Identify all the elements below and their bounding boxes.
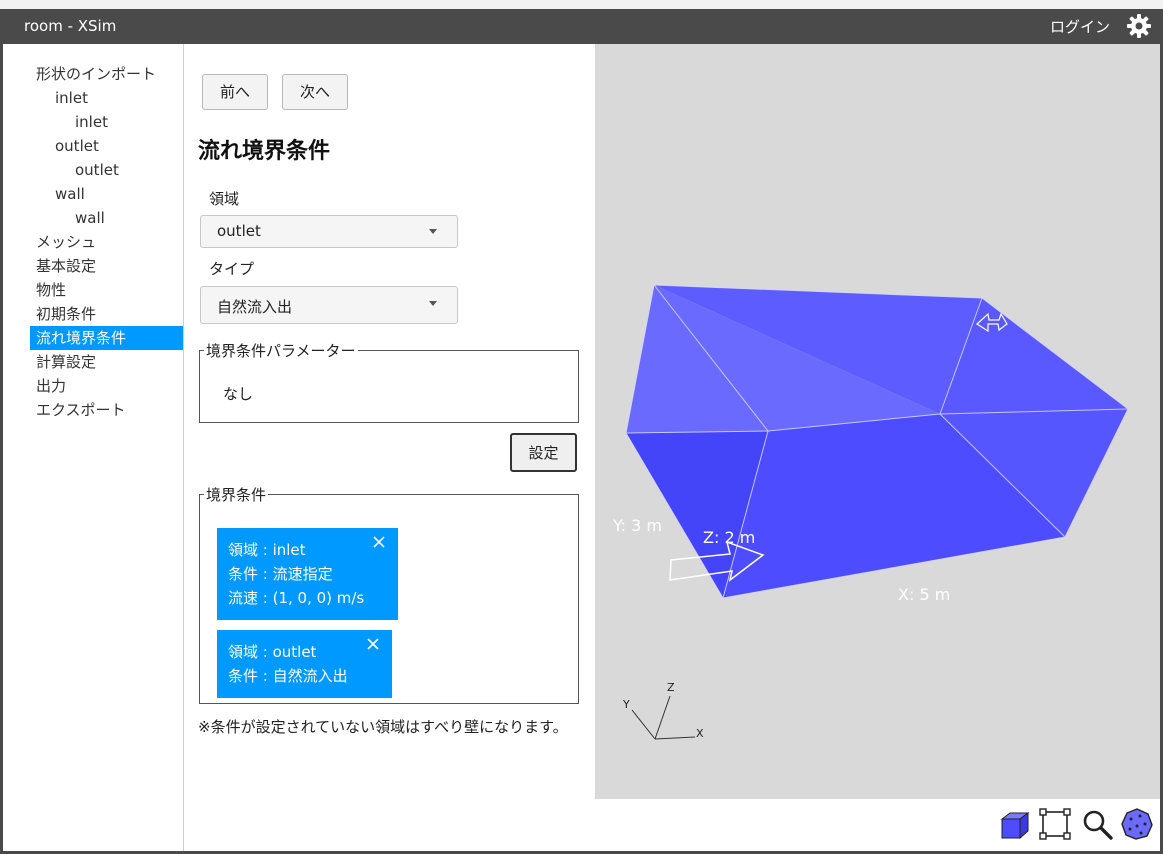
condition-region: 領域 : inlet: [228, 541, 306, 559]
region-label: 領域: [209, 190, 240, 208]
set-button[interactable]: 設定: [510, 433, 577, 472]
params-fieldset: 境界条件パラメーター なし: [199, 340, 579, 423]
sidebar-item-mesh[interactable]: メッシュ: [30, 230, 183, 254]
dimension-z-label: Z: 2 m: [703, 528, 756, 547]
condition-card-outlet: 領域 : outlet 条件 : 自然流入出: [217, 630, 392, 698]
note-text: ※条件が設定されていない領域はすべり壁になります。: [198, 718, 568, 736]
fit-view-icon[interactable]: [1038, 807, 1072, 841]
login-link[interactable]: ログイン: [1050, 16, 1110, 37]
condition-velocity: 流速 : (1, 0, 0) m/s: [228, 589, 365, 607]
gear-icon[interactable]: [1126, 13, 1152, 39]
sidebar-item-shape-import[interactable]: 形状のインポート: [30, 62, 183, 86]
condition-card-inlet: 領域 : inlet 条件 : 流速指定 流速 : (1, 0, 0) m/s: [217, 528, 398, 620]
sidebar-item-calculation-settings[interactable]: 計算設定: [30, 350, 183, 374]
cube-view-icon[interactable]: [998, 807, 1032, 841]
next-button[interactable]: 次へ: [282, 74, 348, 110]
app-header: room - XSim ログイン: [0, 9, 1163, 44]
params-legend: 境界条件パラメーター: [206, 342, 356, 360]
sidebar-item-flow-boundary-conditions[interactable]: 流れ境界条件: [30, 326, 183, 350]
close-icon[interactable]: [372, 535, 386, 549]
page-title: 流れ境界条件: [198, 139, 331, 164]
sidebar-item-wall-group[interactable]: wall: [30, 182, 183, 206]
type-select[interactable]: 自然流入出: [200, 286, 458, 324]
region-select[interactable]: outlet: [200, 215, 458, 248]
model-view: [625, 284, 1129, 740]
viewport-toolbar: [595, 799, 1160, 851]
chevron-down-icon: [429, 301, 437, 306]
3d-viewport[interactable]: Y: 3 m Z: 2 m X: 5 m X Z Y: [595, 44, 1160, 799]
condition-type: 条件 : 自然流入出: [228, 667, 348, 685]
dimension-y-label: Y: 3 m: [613, 516, 662, 535]
settings-panel: 前へ 次へ 流れ境界条件 領域 outlet タイプ 自然流入出 境界条件パラメ…: [184, 44, 595, 851]
axis-x-label: X: [696, 727, 704, 740]
axis-y-label: Y: [623, 698, 630, 711]
region-select-value: outlet: [217, 222, 261, 240]
prev-button[interactable]: 前へ: [202, 74, 268, 110]
search-icon[interactable]: [1080, 807, 1114, 841]
condition-type: 条件 : 流速指定: [228, 565, 333, 583]
sidebar-item-properties[interactable]: 物性: [30, 278, 183, 302]
sidebar: 形状のインポート inlet inlet outlet outlet wall …: [3, 44, 184, 851]
sidebar-item-inlet[interactable]: inlet: [30, 110, 183, 134]
sidebar-menu: 形状のインポート inlet inlet outlet outlet wall …: [30, 62, 183, 422]
close-icon[interactable]: [366, 637, 380, 651]
dimension-x-label: X: 5 m: [898, 585, 951, 604]
axes-gizmo: [631, 695, 696, 740]
conditions-legend: 境界条件: [206, 486, 267, 504]
params-value: なし: [223, 385, 254, 403]
sidebar-item-initial-conditions[interactable]: 初期条件: [30, 302, 183, 326]
sidebar-item-basic-settings[interactable]: 基本設定: [30, 254, 183, 278]
sidebar-item-wall[interactable]: wall: [30, 206, 183, 230]
sidebar-item-outlet-group[interactable]: outlet: [30, 134, 183, 158]
sidebar-item-output[interactable]: 出力: [30, 374, 183, 398]
mesh-sphere-icon[interactable]: [1120, 807, 1154, 841]
sidebar-item-export[interactable]: エクスポート: [30, 398, 183, 422]
axis-z-label: Z: [667, 681, 675, 694]
sidebar-item-outlet[interactable]: outlet: [30, 158, 183, 182]
conditions-fieldset: 境界条件 領域 : inlet 条件 : 流速指定 流速 : (1, 0, 0)…: [199, 484, 579, 704]
sidebar-item-inlet-group[interactable]: inlet: [30, 86, 183, 110]
type-select-value: 自然流入出: [217, 298, 293, 316]
type-label: タイプ: [209, 260, 255, 278]
chevron-down-icon: [429, 229, 437, 234]
app-title: room - XSim: [24, 17, 117, 35]
